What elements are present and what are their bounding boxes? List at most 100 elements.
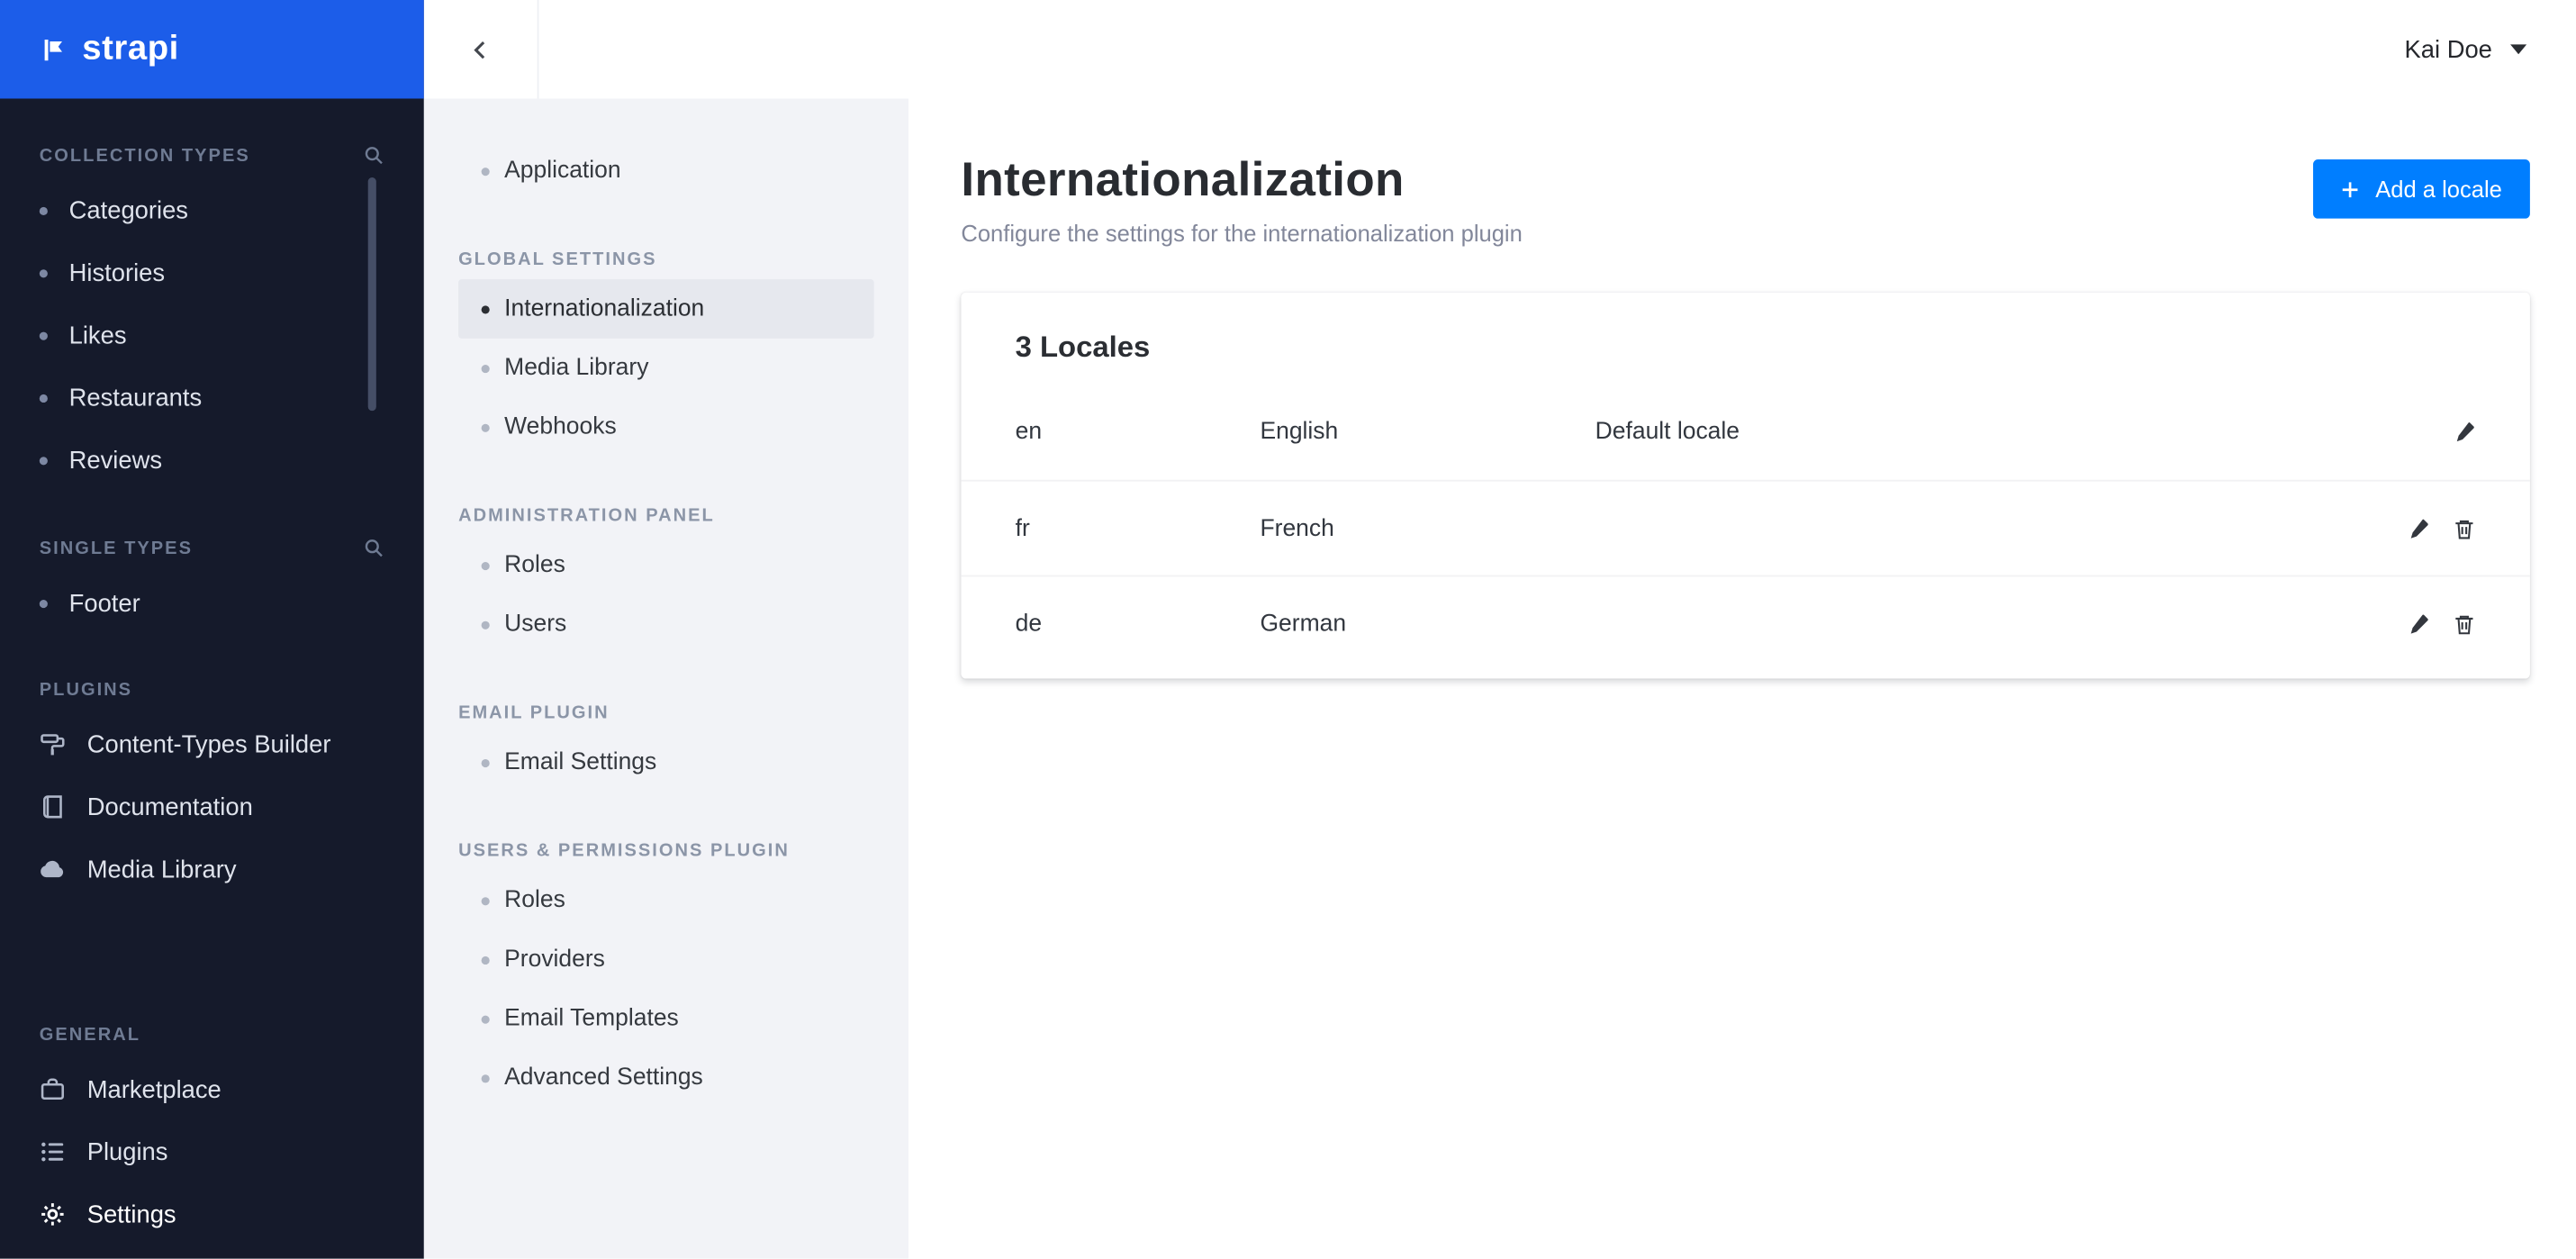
- sidebar-item-plugins[interactable]: Plugins: [40, 1120, 384, 1182]
- sidebar-item-settings[interactable]: Settings: [40, 1183, 384, 1245]
- bullet-icon: [39, 456, 48, 465]
- pencil-icon: [2410, 518, 2428, 538]
- right-region: Kai Doe Application GLOBAL SETTINGS Inte…: [423, 0, 2576, 1259]
- subnav-item-advanced-settings[interactable]: Advanced Settings: [458, 1048, 874, 1108]
- delete-locale-button[interactable]: [2453, 517, 2476, 540]
- single-types-title: SINGLE TYPES: [39, 538, 193, 558]
- sidebar-item-content-types-builder[interactable]: Content-Types Builder: [40, 713, 384, 775]
- book-icon: [40, 793, 66, 820]
- bullet-icon: [39, 268, 48, 277]
- subnav-item-application[interactable]: Application: [458, 141, 874, 201]
- bullet-icon: [481, 896, 490, 905]
- delete-locale-button[interactable]: [2453, 612, 2476, 636]
- sidebar-item-label: Footer: [68, 589, 140, 618]
- bullet-icon: [481, 1014, 490, 1023]
- sidebar-item-categories[interactable]: Categories: [39, 179, 384, 241]
- app: strapi COLLECTION TYPES Categories Histo…: [0, 0, 2576, 1259]
- bullet-icon: [481, 561, 490, 570]
- add-locale-button[interactable]: Add a locale: [2312, 159, 2530, 219]
- bullet-icon: [39, 393, 48, 403]
- sidebar-item-label: Categories: [68, 196, 189, 225]
- locales-card: 3 Locales en English Default locale fr F…: [961, 292, 2530, 679]
- sidebar-item-documentation[interactable]: Documentation: [40, 775, 384, 838]
- subnav-item-label: Email Templates: [504, 1005, 679, 1032]
- locale-code: en: [1015, 419, 1043, 446]
- caret-down-icon: [2509, 44, 2527, 55]
- search-icon[interactable]: [363, 145, 384, 167]
- edit-locale-button[interactable]: [2453, 421, 2476, 444]
- locale-row: fr French: [961, 479, 2530, 575]
- collection-types-title: COLLECTION TYPES: [39, 145, 250, 166]
- locales-card-title: 3 Locales: [1015, 330, 1151, 364]
- section-single-types: SINGLE TYPES Footer: [0, 538, 424, 635]
- sidebar-scrollbar[interactable]: [367, 177, 376, 412]
- sidebar-item-label: Settings: [86, 1200, 176, 1228]
- bullet-icon: [481, 422, 490, 431]
- subnav-item-up-roles[interactable]: Roles: [458, 871, 874, 930]
- subnav-item-admin-users[interactable]: Users: [458, 595, 874, 655]
- sidebar-item-label: Marketplace: [86, 1075, 221, 1104]
- sidebar-item-label: Plugins: [86, 1137, 168, 1166]
- sidebar-item-marketplace[interactable]: Marketplace: [40, 1058, 384, 1120]
- subnav-item-email-settings[interactable]: Email Settings: [458, 733, 874, 793]
- edit-locale-button[interactable]: [2407, 517, 2430, 540]
- sidebar-item-histories[interactable]: Histories: [39, 241, 384, 303]
- sidebar-item-reviews[interactable]: Reviews: [39, 429, 384, 491]
- subnav-item-label: Internationalization: [504, 295, 705, 322]
- subnav-item-email-templates[interactable]: Email Templates: [458, 989, 874, 1048]
- pencil-icon: [2410, 613, 2428, 633]
- subnav-group-administration-panel: ADMINISTRATION PANEL: [458, 505, 715, 526]
- chevron-left-icon: [474, 41, 485, 59]
- bullet-icon: [481, 758, 490, 767]
- gear-icon: [40, 1201, 66, 1227]
- subnav-item-label: Application: [504, 158, 621, 185]
- row-actions: [2361, 517, 2476, 540]
- sidebar: strapi COLLECTION TYPES Categories Histo…: [0, 0, 424, 1259]
- locale-row: en English Default locale: [961, 385, 2529, 480]
- subnav-item-internationalization[interactable]: Internationalization: [458, 279, 874, 339]
- sidebar-item-footer[interactable]: Footer: [39, 572, 384, 634]
- bullet-icon: [481, 620, 490, 629]
- sidebar-item-likes[interactable]: Likes: [39, 304, 384, 367]
- settings-subnav: Application GLOBAL SETTINGS Internationa…: [423, 98, 909, 1259]
- general-title: GENERAL: [39, 1025, 140, 1046]
- bullet-icon: [39, 331, 48, 340]
- bullet-icon: [481, 167, 490, 176]
- subnav-item-media-library[interactable]: Media Library: [458, 339, 874, 398]
- user-menu[interactable]: Kai Doe: [2405, 35, 2527, 63]
- strapi-logo[interactable]: strapi: [0, 0, 424, 99]
- locale-note: Default locale: [1595, 419, 1740, 446]
- trash-icon: [2455, 519, 2473, 539]
- bullet-icon: [39, 599, 48, 608]
- back-button[interactable]: [424, 0, 539, 99]
- subnav-item-admin-roles[interactable]: Roles: [458, 536, 874, 595]
- sidebar-item-media-library[interactable]: Media Library: [40, 838, 384, 901]
- subnav-item-label: Webhooks: [504, 413, 617, 440]
- add-locale-button-label: Add a locale: [2375, 176, 2502, 203]
- sidebar-item-label: Content-Types Builder: [86, 730, 331, 759]
- subnav-group-global-settings: GLOBAL SETTINGS: [458, 249, 657, 270]
- pencil-icon: [2456, 422, 2474, 442]
- search-icon[interactable]: [363, 538, 384, 559]
- page-header: Internationalization Configure the setti…: [961, 154, 2530, 247]
- user-name: Kai Doe: [2404, 35, 2492, 64]
- edit-locale-button[interactable]: [2407, 612, 2430, 636]
- sidebar-item-restaurants[interactable]: Restaurants: [39, 367, 384, 429]
- subnav-item-label: Roles: [504, 887, 565, 914]
- list-icon: [40, 1138, 66, 1164]
- cloud-icon: [40, 856, 66, 883]
- sidebar-item-label: Reviews: [68, 446, 163, 475]
- bullet-icon: [481, 304, 490, 313]
- row-actions: [2361, 421, 2476, 444]
- page-title: Internationalization: [961, 154, 1405, 207]
- subnav-item-providers[interactable]: Providers: [458, 930, 874, 990]
- subnav-item-webhooks[interactable]: Webhooks: [458, 398, 874, 457]
- subnav-item-label: Providers: [504, 946, 605, 974]
- bullet-icon: [39, 205, 48, 215]
- topbar: Kai Doe: [423, 0, 2576, 99]
- sidebar-item-label: Documentation: [86, 793, 253, 821]
- page-subtitle: Configure the settings for the internati…: [961, 220, 1523, 247]
- bullet-icon: [481, 364, 490, 373]
- bullet-icon: [481, 1073, 490, 1082]
- sidebar-item-label: Restaurants: [68, 384, 203, 412]
